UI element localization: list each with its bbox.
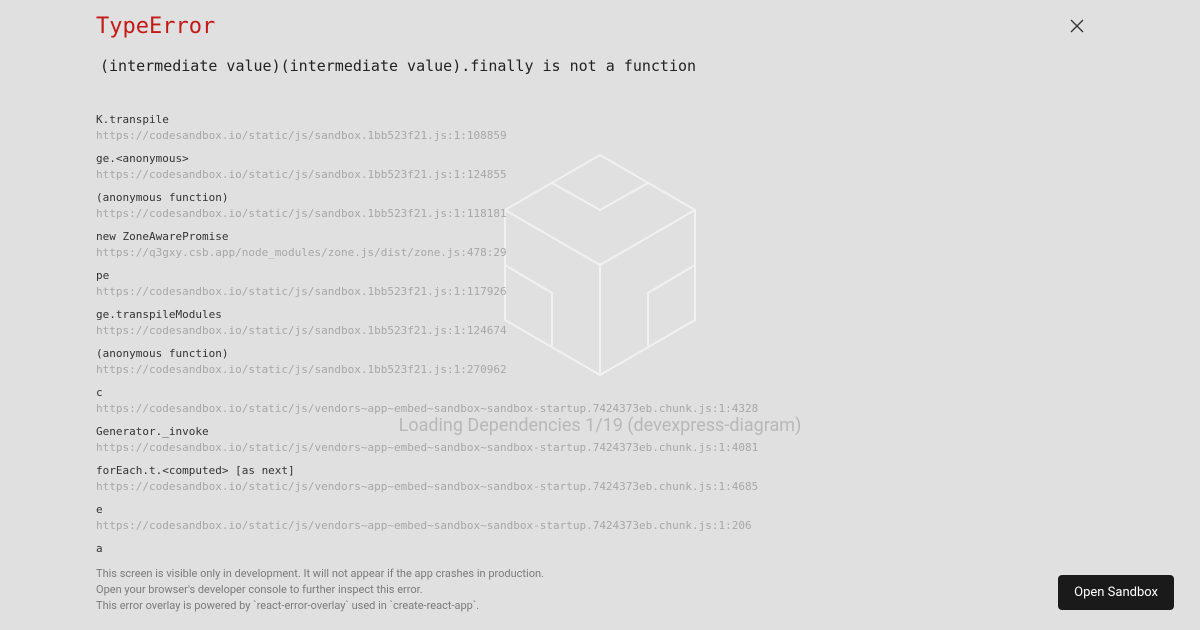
overlay-footer: This screen is visible only in developme… <box>96 567 1104 612</box>
frame-function: (anonymous function) <box>96 191 1104 204</box>
frame-location: https://codesandbox.io/static/js/sandbox… <box>96 363 1104 376</box>
stack-frame[interactable]: a <box>96 542 1104 555</box>
error-message: (intermediate value)(intermediate value)… <box>96 57 1104 75</box>
stack-frame[interactable]: e https://codesandbox.io/static/js/vendor… <box>96 503 1104 532</box>
error-type: TypeError <box>96 14 1104 39</box>
frame-location: https://codesandbox.io/static/js/sandbox… <box>96 285 1104 298</box>
stack-frame[interactable]: Generator._invoke https://codesandbox.io/… <box>96 425 1104 454</box>
frame-location: https://codesandbox.io/static/js/vendors… <box>96 441 1104 454</box>
stack-frame[interactable]: K.transpile https://codesandbox.io/static… <box>96 113 1104 142</box>
frame-function: ge.transpileModules <box>96 308 1104 321</box>
frame-function: new ZoneAwarePromise <box>96 230 1104 243</box>
stack-frame[interactable]: ge.transpileModules https://codesandbox.i… <box>96 308 1104 337</box>
frame-location: https://codesandbox.io/static/js/sandbox… <box>96 168 1104 181</box>
frame-location: https://codesandbox.io/static/js/vendors… <box>96 402 1104 415</box>
frame-function: ge.<anonymous> <box>96 152 1104 165</box>
stack-frame[interactable]: c https://codesandbox.io/static/js/vendor… <box>96 386 1104 415</box>
frame-location: https://codesandbox.io/static/js/vendors… <box>96 480 1104 493</box>
frame-location: https://codesandbox.io/static/js/sandbox… <box>96 129 1104 142</box>
frame-function: (anonymous function) <box>96 347 1104 360</box>
frame-function: Generator._invoke <box>96 425 1104 438</box>
stack-frame[interactable]: new ZoneAwarePromise https://q3gxy.csb.ap… <box>96 230 1104 259</box>
footer-note: This screen is visible only in developme… <box>96 567 1104 580</box>
stack-frame[interactable]: forEach.t.<computed> [as next] https://co… <box>96 464 1104 493</box>
frame-function: K.transpile <box>96 113 1104 126</box>
open-sandbox-label: Open Sandbox <box>1074 585 1158 600</box>
frame-function: pe <box>96 269 1104 282</box>
stack-frame[interactable]: ge.<anonymous> https://codesandbox.io/sta… <box>96 152 1104 181</box>
frame-function: forEach.t.<computed> [as next] <box>96 464 1104 477</box>
footer-note: This error overlay is powered by `react-… <box>96 599 1104 612</box>
open-sandbox-button[interactable]: Open Sandbox <box>1058 575 1174 610</box>
stack-frame[interactable]: (anonymous function) https://codesandbox.… <box>96 191 1104 220</box>
stack-frame[interactable]: pe https://codesandbox.io/static/js/sandb… <box>96 269 1104 298</box>
error-overlay: TypeError (intermediate value)(intermedi… <box>0 0 1200 630</box>
frame-location: https://codesandbox.io/static/js/sandbox… <box>96 207 1104 220</box>
frame-function: c <box>96 386 1104 399</box>
frame-function: a <box>96 542 1104 555</box>
frame-location: https://codesandbox.io/static/js/sandbox… <box>96 324 1104 337</box>
frame-location: https://codesandbox.io/static/js/vendors… <box>96 519 1104 532</box>
footer-note: Open your browser's developer console to… <box>96 583 1104 596</box>
stack-frame[interactable]: (anonymous function) https://codesandbox.… <box>96 347 1104 376</box>
stack-frames: K.transpile https://codesandbox.io/static… <box>96 113 1104 555</box>
frame-function: e <box>96 503 1104 516</box>
close-button[interactable] <box>1070 18 1090 38</box>
frame-location: https://q3gxy.csb.app/node_modules/zone.… <box>96 246 1104 259</box>
